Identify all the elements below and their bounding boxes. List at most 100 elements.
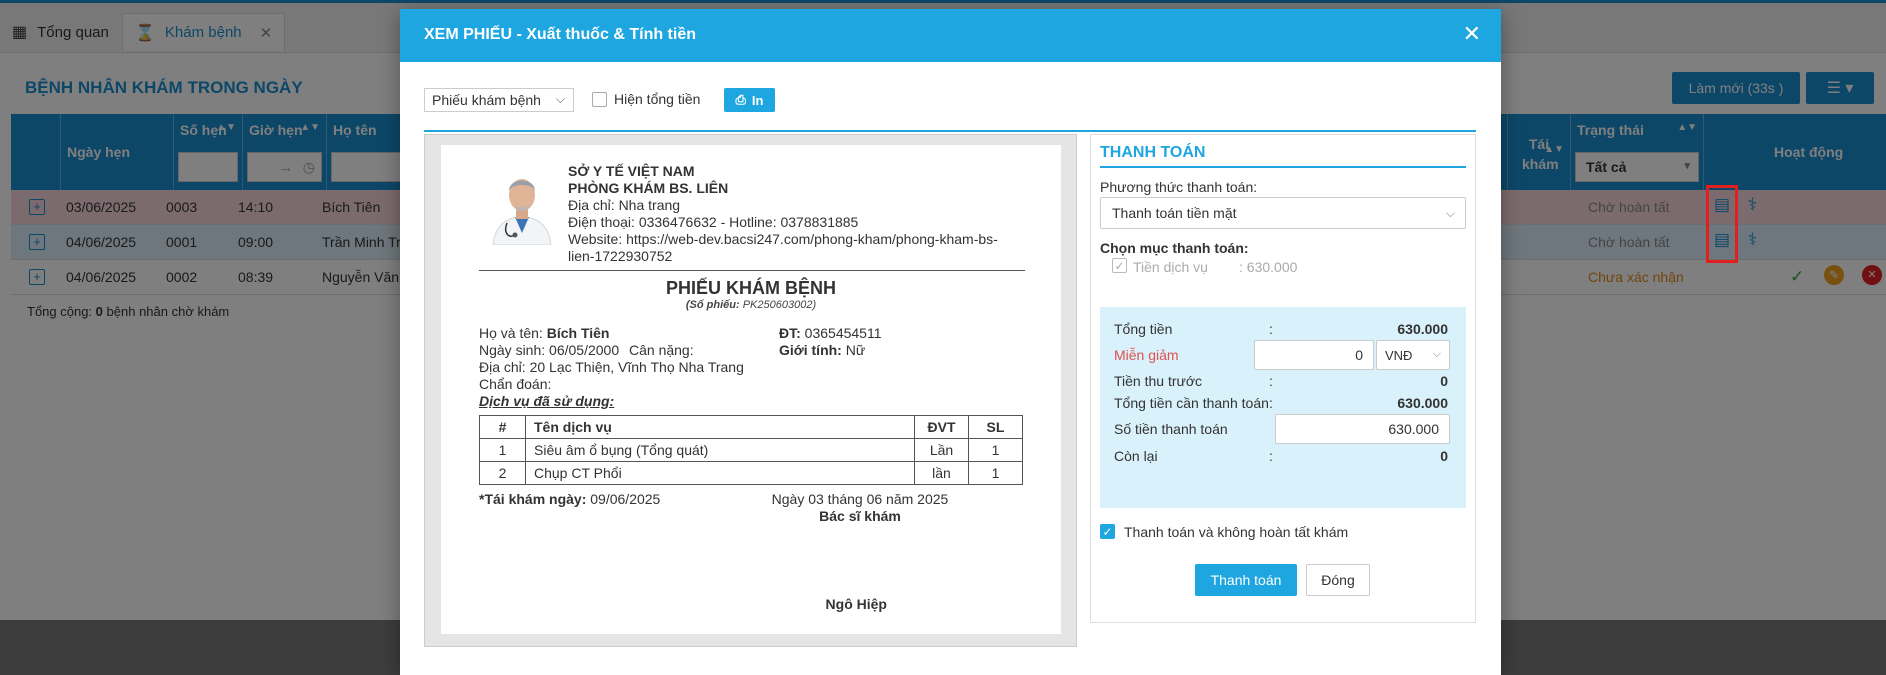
table-row: 2 Chụp CT Phổi lần 1 (479, 461, 1023, 485)
total-label: Tổng tiền (1114, 321, 1173, 337)
document-type-select[interactable]: Phiếu khám bệnh ⌵ (424, 88, 574, 112)
print-button-label: In (751, 92, 764, 108)
service-index: 1 (479, 438, 526, 462)
service-fee-label: Tiền dịch vụ (1133, 259, 1208, 275)
payment-panel: THANH TOÁN Phương thức thanh toán: Thanh… (1090, 134, 1476, 623)
col-index: # (479, 415, 526, 439)
clinic-address: Địa chỉ: Nha trang (568, 197, 681, 213)
revisit-date: *Tái khám ngày: 09/06/2025 (479, 491, 660, 507)
sign-date: Ngày 03 tháng 06 năm 2025 (771, 491, 949, 507)
service-index: 2 (479, 461, 526, 485)
payment-summary: Tổng tiền : 630.000 Miễn giảm 0 VNĐ ⌵ Ti… (1100, 307, 1466, 508)
service-fee-value: : 630.000 (1239, 259, 1298, 275)
doctor-name: Ngô Hiệp (825, 596, 887, 612)
due-row: Tổng tiền cần thanh toán : 630.000 (1114, 395, 1454, 411)
colon: : (1269, 373, 1273, 389)
pay-button[interactable]: Thanh toán (1195, 564, 1297, 596)
revisit-label: *Tái khám ngày: (479, 491, 587, 507)
no-complete-checkbox[interactable]: ✓ (1100, 524, 1115, 539)
chevron-down-icon: ⌵ (1445, 206, 1455, 220)
exam-paper: SỞ Y TẾ VIỆT NAM PHÒNG KHÁM BS. LIÊN Địa… (441, 145, 1061, 634)
revisit-value: 09/06/2025 (590, 491, 661, 507)
remain-row: Còn lại : 0 (1114, 448, 1454, 464)
service-name: Siêu âm ổ bụng (Tổng quát) (525, 438, 915, 462)
patient-dob: Ngày sinh: 06/05/2000 (479, 342, 620, 358)
paid-label: Số tiền thanh toán (1114, 421, 1228, 437)
paper-number-value: PK250603002) (742, 299, 817, 311)
show-total-checkbox[interactable] (592, 92, 607, 107)
payment-method-label: Phương thức thanh toán: (1100, 179, 1258, 195)
printer-icon: ⎙ (735, 92, 746, 107)
prepaid-row: Tiền thu trước : 0 (1114, 373, 1454, 389)
modal-toolbar: Phiếu khám bệnh ⌵ Hiện tổng tiền ⎙ In (424, 88, 1476, 132)
doctor-avatar (489, 163, 555, 245)
chevron-down-icon: ⌵ (1432, 348, 1441, 360)
paid-amount-input[interactable]: 630.000 (1275, 414, 1450, 444)
divider (479, 270, 1025, 271)
highlight-box (1706, 185, 1738, 263)
payment-method-select[interactable]: Thanh toán tiền mặt ⌵ (1100, 197, 1466, 229)
clinic-name: PHÒNG KHÁM BS. LIÊN (568, 180, 729, 196)
due-label: Tổng tiền cần thanh toán (1114, 395, 1269, 411)
patient-gender-label: Giới tính: (779, 342, 842, 358)
payment-method-value: Thanh toán tiền mặt (1112, 205, 1237, 221)
patient-weight: Cân nặng: (629, 342, 694, 358)
patient-name: Họ và tên: Bích Tiên (479, 325, 609, 341)
chevron-down-icon: ⌵ (555, 92, 565, 106)
total-row: Tổng tiền : 630.000 (1114, 321, 1454, 337)
colon: : (1269, 395, 1273, 411)
remain-label: Còn lại (1114, 448, 1158, 464)
print-button[interactable]: ⎙ In (724, 88, 775, 112)
services-table: # Tên dịch vụ ĐVT SL 1 Siêu âm ổ bụng (T… (479, 415, 1023, 485)
total-value: 630.000 (1397, 321, 1448, 337)
document-type-value: Phiếu khám bệnh (432, 92, 541, 108)
payment-title: THANH TOÁN (1100, 144, 1466, 168)
clinic-phone: Điện thoại: 0336476632 - Hotline: 037883… (568, 214, 859, 230)
patient-phone-value: 0365454511 (804, 325, 882, 341)
prepaid-label: Tiền thu trước (1114, 373, 1203, 389)
modal-header: XEM PHIẾU - Xuất thuốc & Tính tiền ✕ (400, 9, 1501, 62)
close-button[interactable]: Đóng (1306, 564, 1370, 596)
colon: : (1269, 321, 1273, 337)
document-preview[interactable]: SỞ Y TẾ VIỆT NAM PHÒNG KHÁM BS. LIÊN Địa… (424, 134, 1077, 647)
payment-items-label: Chọn mục thanh toán: (1100, 240, 1249, 256)
modal-title: XEM PHIẾU - Xuất thuốc & Tính tiền (424, 26, 696, 43)
prepaid-value: 0 (1440, 373, 1448, 389)
services-title: Dịch vụ đã sử dụng: (479, 393, 615, 409)
discount-input[interactable]: 0 (1254, 340, 1374, 370)
service-name: Chụp CT Phổi (525, 461, 915, 485)
clinic-website: Website: https://web-dev.bacsi247.com/ph… (568, 231, 998, 247)
paper-title: PHIẾU KHÁM BỆNH (665, 278, 836, 298)
currency-select[interactable]: VNĐ ⌵ (1376, 340, 1450, 370)
patient-phone-label: ĐT: (779, 325, 801, 341)
discount-label: Miễn giảm (1114, 347, 1179, 363)
service-unit: Lần (914, 438, 969, 462)
remain-value: 0 (1440, 448, 1448, 464)
patient-gender: Giới tính: Nữ (779, 342, 865, 358)
due-value: 630.000 (1397, 395, 1448, 411)
show-total-label: Hiện tổng tiền (614, 91, 701, 107)
col-service-name: Tên dịch vụ (525, 415, 915, 439)
col-unit: ĐVT (914, 415, 969, 439)
paper-number: (Số phiếu: PK250603002) (441, 299, 1061, 311)
paper-number-label: (Số phiếu: (685, 299, 740, 311)
patient-address: Địa chỉ: 20 Lạc Thiện, Vĩnh Thọ Nha Tran… (479, 359, 744, 375)
currency-value: VNĐ (1385, 347, 1413, 363)
patient-phone: ĐT: 0365454511 (779, 325, 882, 341)
org-name: SỞ Y TẾ VIỆT NAM (568, 163, 695, 179)
service-unit: lần (914, 461, 969, 485)
patient-diagnosis: Chẩn đoán: (479, 376, 552, 392)
paid-amount-value: 630.000 (1388, 421, 1439, 437)
patient-name-value: Bích Tiên (546, 325, 610, 341)
no-complete-label: Thanh toán và không hoàn tất khám (1124, 524, 1349, 540)
close-icon[interactable]: ✕ (1463, 23, 1481, 45)
service-fee-checkbox[interactable]: ✓ (1112, 258, 1127, 273)
discount-value: 0 (1355, 347, 1363, 363)
table-row: 1 Siêu âm ổ bụng (Tổng quát) Lần 1 (479, 438, 1023, 462)
clinic-website-cont: lien-1722930752 (568, 248, 673, 264)
colon: : (1269, 448, 1273, 464)
view-invoice-modal: XEM PHIẾU - Xuất thuốc & Tính tiền ✕ Phi… (400, 9, 1501, 675)
col-qty: SL (968, 415, 1023, 439)
service-qty: 1 (968, 438, 1023, 462)
patient-gender-value: Nữ (845, 342, 866, 358)
